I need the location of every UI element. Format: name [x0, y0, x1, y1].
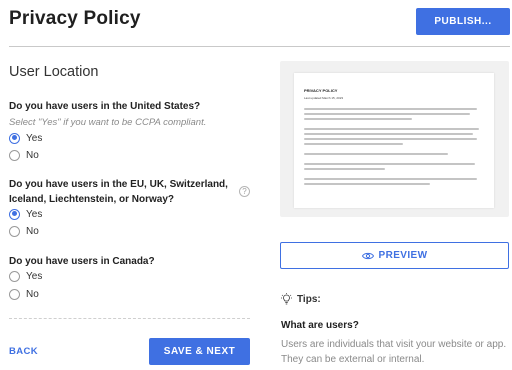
doc-date: Last updated March 15, 2023: [304, 96, 344, 100]
radio-eu-yes[interactable]: Yes: [9, 207, 42, 221]
radio-label: Yes: [26, 208, 43, 220]
page-title: Privacy Policy: [9, 8, 141, 29]
tip-answer: Users are individuals that visit your we…: [281, 339, 507, 365]
radio-button[interactable]: [9, 288, 20, 300]
doc-paragraph: [304, 163, 484, 170]
radio-button[interactable]: [9, 225, 20, 237]
eye-icon: [361, 252, 374, 259]
radio-button[interactable]: [9, 270, 20, 282]
radio-label: No: [26, 149, 39, 161]
form-divider: [9, 318, 250, 319]
radio-eu-no[interactable]: No: [9, 224, 39, 238]
doc-paragraph: [304, 128, 484, 145]
question-canada: Do you have users in Canada?: [9, 256, 155, 267]
preview-label: PREVIEW: [378, 250, 428, 261]
save-next-button[interactable]: SAVE & NEXT: [149, 338, 250, 365]
doc-paragraph: [304, 153, 484, 155]
help-icon[interactable]: ?: [239, 186, 250, 197]
lightbulb-icon: [281, 293, 292, 305]
radio-button[interactable]: [9, 149, 20, 161]
ccpa-hint: Select "Yes" if you want to be CCPA comp…: [9, 117, 207, 128]
radio-label: Yes: [26, 132, 43, 144]
radio-canada-yes[interactable]: Yes: [9, 269, 42, 283]
question-eu-line2: Iceland, Liechtenstein, or Norway?: [9, 194, 175, 205]
radio-button-checked[interactable]: [9, 132, 20, 144]
radio-label: Yes: [26, 270, 43, 282]
radio-label: No: [26, 225, 39, 237]
back-button[interactable]: BACK: [9, 346, 38, 357]
doc-paragraph: [304, 108, 484, 120]
radio-canada-no[interactable]: No: [9, 287, 39, 301]
radio-us-no[interactable]: No: [9, 148, 39, 162]
question-eu: Do you have users in the EU, UK, Switzer…: [9, 177, 228, 207]
radio-button-checked[interactable]: [9, 208, 20, 220]
tips-header: Tips:: [281, 293, 321, 305]
document-preview-panel: PRIVACY POLICY Last updated March 15, 20…: [280, 61, 509, 217]
doc-paragraph: [304, 178, 484, 185]
header-divider: [9, 46, 510, 47]
publish-button[interactable]: PUBLISH...: [416, 8, 510, 35]
document-thumbnail: PRIVACY POLICY Last updated March 15, 20…: [294, 73, 494, 208]
question-eu-line1: Do you have users in the EU, UK, Switzer…: [9, 179, 228, 190]
preview-button[interactable]: PREVIEW: [280, 242, 509, 269]
tip-question: What are users?: [281, 320, 359, 331]
doc-title: PRIVACY POLICY: [304, 88, 338, 93]
question-united-states: Do you have users in the United States?: [9, 101, 201, 112]
radio-us-yes[interactable]: Yes: [9, 131, 42, 145]
tips-label: Tips:: [297, 293, 321, 305]
radio-label: No: [26, 288, 39, 300]
section-title: User Location: [9, 64, 99, 80]
